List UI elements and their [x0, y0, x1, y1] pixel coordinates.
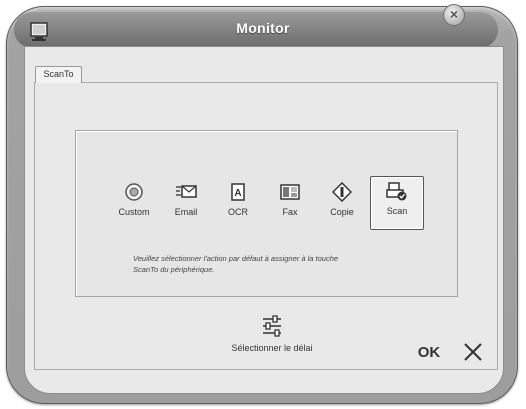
custom-icon	[125, 183, 143, 201]
monitor-icon[interactable]	[30, 22, 48, 42]
action-email[interactable]: Email	[162, 178, 210, 228]
action-custom[interactable]: Custom	[110, 178, 158, 228]
action-fax[interactable]: Fax	[266, 178, 314, 228]
copy-icon	[332, 182, 352, 202]
ok-button[interactable]: OK	[416, 342, 442, 364]
action-copie[interactable]: Copie	[318, 178, 366, 228]
window-close-button[interactable]: ×	[443, 4, 465, 26]
svg-text:A: A	[234, 188, 241, 199]
select-delay-button[interactable]: Sélectionner le délai	[212, 315, 332, 361]
ocr-icon: A	[231, 183, 245, 201]
cancel-button[interactable]	[461, 340, 485, 364]
action-label: OCR	[228, 207, 248, 217]
action-label: Copie	[330, 207, 354, 217]
instruction-line-2: ScanTo du périphérique.	[133, 265, 215, 274]
action-ocr[interactable]: A OCR	[214, 178, 262, 228]
action-label: Scan	[386, 206, 408, 216]
action-label: Custom	[118, 207, 150, 217]
select-delay-label: Sélectionner le délai	[231, 343, 313, 353]
delay-settings-icon	[263, 315, 281, 337]
action-scan[interactable]: Scan	[370, 176, 424, 230]
instruction-text: Veuillez sélectionner l'action par défau…	[133, 253, 383, 275]
email-icon	[176, 185, 197, 198]
action-label: Fax	[282, 207, 298, 217]
instruction-line-1: Veuillez sélectionner l'action par défau…	[133, 254, 339, 263]
tab-scanto[interactable]: ScanTo	[35, 66, 82, 83]
fax-icon	[280, 184, 300, 200]
action-label: Email	[174, 207, 198, 217]
close-icon: ×	[449, 6, 459, 22]
scan-icon	[386, 182, 407, 201]
